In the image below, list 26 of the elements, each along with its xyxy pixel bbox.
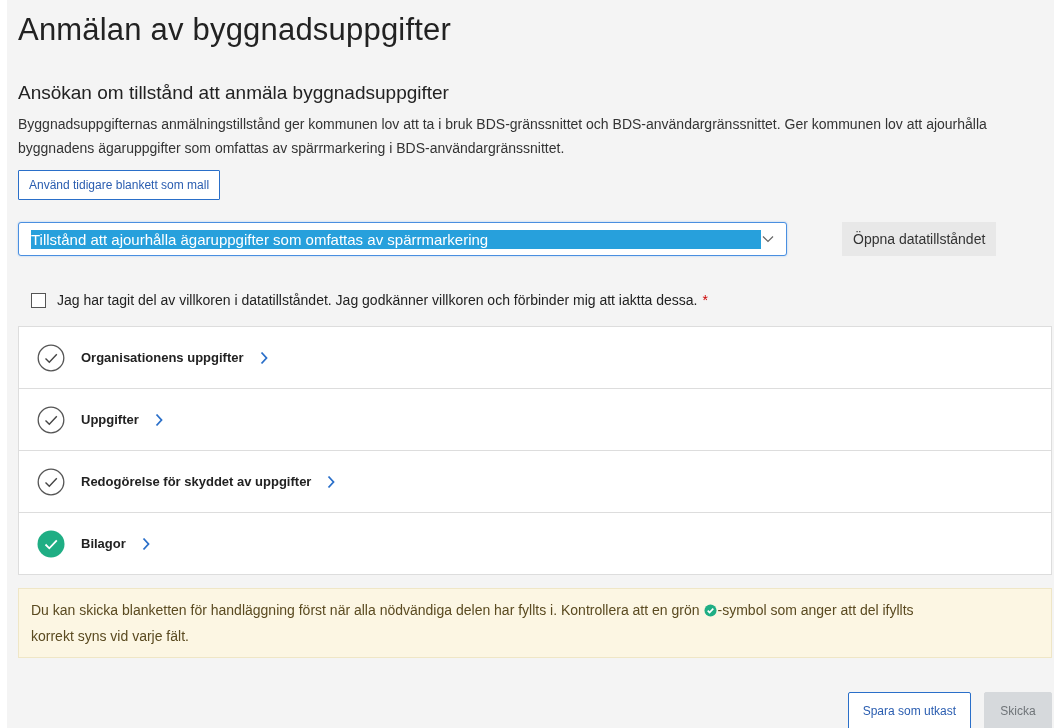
section-heading: Ansökan om tillstånd att anmäla byggnadsuppgifter: [18, 82, 450, 104]
section-row[interactable]: Uppgifter: [19, 388, 1051, 450]
page-title: Anmälan av byggnadsuppgifter: [18, 12, 452, 48]
chevron-right-icon: [259, 350, 268, 365]
save-draft-button[interactable]: Spara som utkast: [847, 692, 971, 728]
template-button[interactable]: Använd tidigare blankett som mall: [18, 170, 221, 200]
chevron-right-icon: [154, 412, 163, 427]
notice-text: Du kan skicka blanketten för handläggning först när alla nödvändiga delen har fyllts i. Kontrollera att en grön: [31, 601, 700, 620]
chevron-down-icon: [762, 235, 774, 243]
section-row[interactable]: Bilagor: [19, 512, 1051, 574]
section-label: Organisationens uppgifter: [81, 350, 244, 365]
notice-text: -symbol som anger att del ifyllts: [717, 601, 914, 620]
chevron-right-icon: [141, 536, 150, 551]
terms-checkbox[interactable]: [31, 292, 46, 308]
required-mark: *: [702, 292, 708, 308]
section-row[interactable]: Redogörelse för skyddet av uppgifter: [19, 450, 1051, 512]
section-label: Redogörelse för skyddet av uppgifter: [81, 474, 312, 489]
description-text: Byggnadsuppgifternas anmälningstillstånd ger kommunen lov att ta i bruk BDS-gränssnittet och BDS-användargränssnittet. Ger kommunen lov att ajourhålla byggnadens ägaruppgifter som omfattas av spärrmarkering i BDS-användargränssnittet.: [18, 115, 988, 158]
section-label: Bilagor: [81, 536, 126, 551]
section-row[interactable]: Organisationens uppgifter: [19, 327, 1051, 388]
check-badge-icon: [703, 603, 717, 617]
section-label: Uppgifter: [81, 412, 139, 427]
chevron-right-icon: [327, 474, 336, 489]
notice-text: korrekt syns vid varje fält.: [31, 627, 190, 646]
open-permit-button[interactable]: Öppna datatillståndet: [842, 222, 997, 256]
terms-label: Jag har tagit del av villkoren i datatillståndet. Jag godkänner villkoren och förbinder mig att iaktta dessa.: [57, 292, 698, 308]
